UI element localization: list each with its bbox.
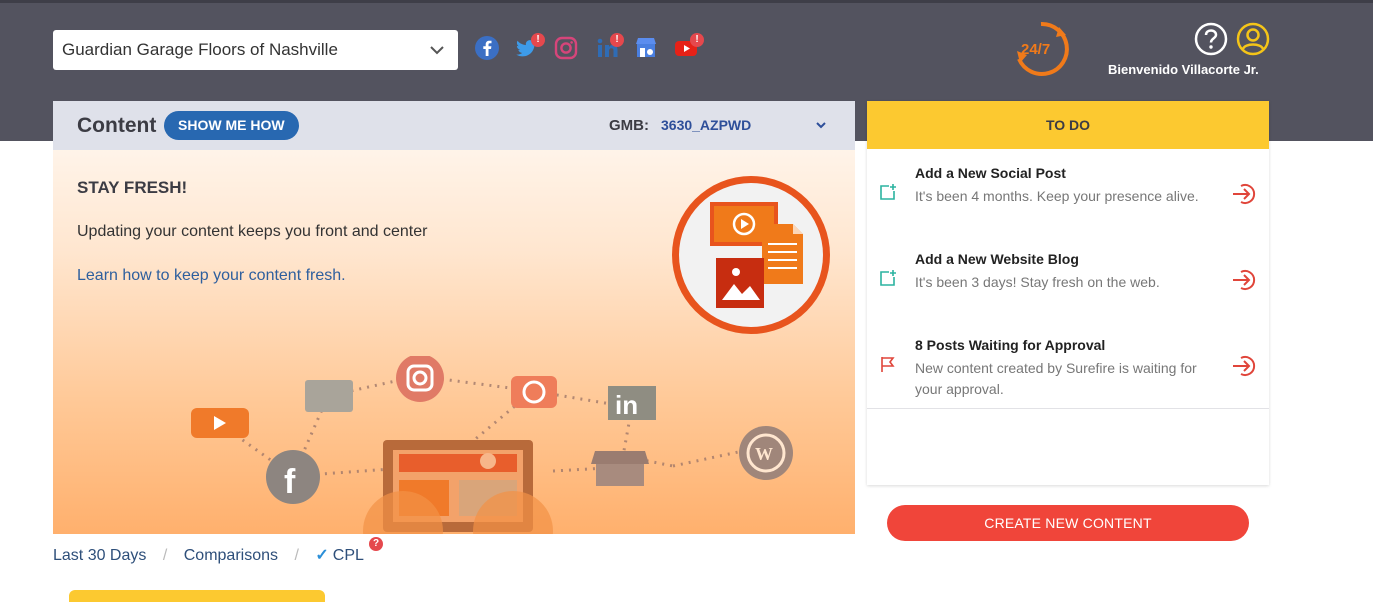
- go-arrow-icon[interactable]: [1231, 268, 1257, 292]
- welcome-text: Bienvenido Villacorte Jr.: [1108, 62, 1259, 77]
- add-post-icon: [880, 184, 896, 200]
- todo-item-approval[interactable]: 8 Posts Waiting for Approval New content…: [867, 322, 1269, 409]
- todo-panel: TO DO Add a New Social Post It's been 4 …: [867, 101, 1269, 485]
- gmb-select-value[interactable]: 3630_AZPWD: [661, 117, 751, 133]
- business-select-value: Guardian Garage Floors of Nashville: [62, 40, 338, 59]
- todo-item-social-post[interactable]: Add a New Social Post It's been 4 months…: [867, 150, 1269, 237]
- todo-header: TO DO: [867, 101, 1269, 149]
- tab-separator: /: [294, 547, 299, 564]
- cpl-help-badge[interactable]: ?: [369, 537, 383, 551]
- bottom-tabs: Last 30 Days / Comparisons / ✓ CPL: [53, 545, 364, 565]
- go-arrow-icon[interactable]: [1231, 354, 1257, 378]
- todo-item-desc: It's been 3 days! Stay fresh on the web.: [915, 274, 1160, 290]
- learn-content-link[interactable]: Learn how to keep your content fresh.: [77, 267, 346, 285]
- gmb-label: GMB:: [609, 117, 649, 134]
- svg-text:f: f: [284, 463, 296, 501]
- svg-text:in: in: [615, 390, 638, 420]
- content-title: Content: [77, 114, 157, 137]
- gmb-chevron-down-icon[interactable]: [815, 119, 827, 131]
- create-new-content-button[interactable]: CREATE NEW CONTENT: [887, 505, 1249, 541]
- todo-item-title: Add a New Social Post: [915, 165, 1066, 181]
- content-media-icon: [672, 176, 830, 334]
- business-select[interactable]: Guardian Garage Floors of Nashville: [53, 30, 458, 70]
- add-post-icon: [880, 270, 896, 286]
- user-account-icon[interactable]: [1236, 22, 1270, 56]
- go-arrow-icon[interactable]: [1231, 182, 1257, 206]
- todo-item-desc: New content created by Surefire is waiti…: [915, 360, 1197, 397]
- chevron-down-icon: [430, 46, 444, 55]
- show-me-how-button[interactable]: SHOW ME HOW: [164, 111, 299, 140]
- support-247-icon: 24/7: [1017, 21, 1069, 76]
- tab-comparisons[interactable]: Comparisons: [184, 547, 278, 565]
- twitter-alert-badge: !: [531, 33, 545, 47]
- todo-item-title: Add a New Website Blog: [915, 251, 1079, 267]
- google-my-business-icon[interactable]: [633, 35, 659, 61]
- youtube-alert-badge: !: [690, 33, 704, 47]
- tab-cpl-label: CPL: [332, 547, 364, 564]
- stay-fresh-heading: STAY FRESH!: [77, 178, 188, 197]
- help-icon[interactable]: [1194, 22, 1228, 56]
- tab-cpl[interactable]: ✓ CPL: [315, 545, 364, 565]
- tab-separator: /: [162, 547, 168, 564]
- instagram-icon[interactable]: [553, 35, 579, 61]
- todo-item-title: 8 Posts Waiting for Approval: [915, 337, 1106, 353]
- flag-icon: [881, 357, 895, 372]
- check-icon: ✓: [315, 547, 329, 564]
- content-card: Content SHOW ME HOW GMB: 3630_AZPWD STAY…: [53, 101, 855, 534]
- linkedin-alert-badge: !: [610, 33, 624, 47]
- svg-text:W: W: [755, 444, 773, 464]
- bottom-yellow-tab[interactable]: [69, 590, 325, 602]
- facebook-icon[interactable]: [474, 35, 500, 61]
- social-network-illustration: f in W: [191, 356, 793, 534]
- todo-item-desc: It's been 4 months. Keep your presence a…: [915, 188, 1199, 204]
- stay-fresh-text: Updating your content keeps you front an…: [77, 223, 428, 240]
- todo-item-website-blog[interactable]: Add a New Website Blog It's been 3 days!…: [867, 236, 1269, 323]
- tab-last-30-days[interactable]: Last 30 Days: [53, 547, 146, 565]
- support-247-button[interactable]: 24/7: [1011, 19, 1071, 79]
- content-card-header: Content SHOW ME HOW GMB: 3630_AZPWD: [53, 101, 855, 150]
- support-247-label: 24/7: [1021, 41, 1050, 58]
